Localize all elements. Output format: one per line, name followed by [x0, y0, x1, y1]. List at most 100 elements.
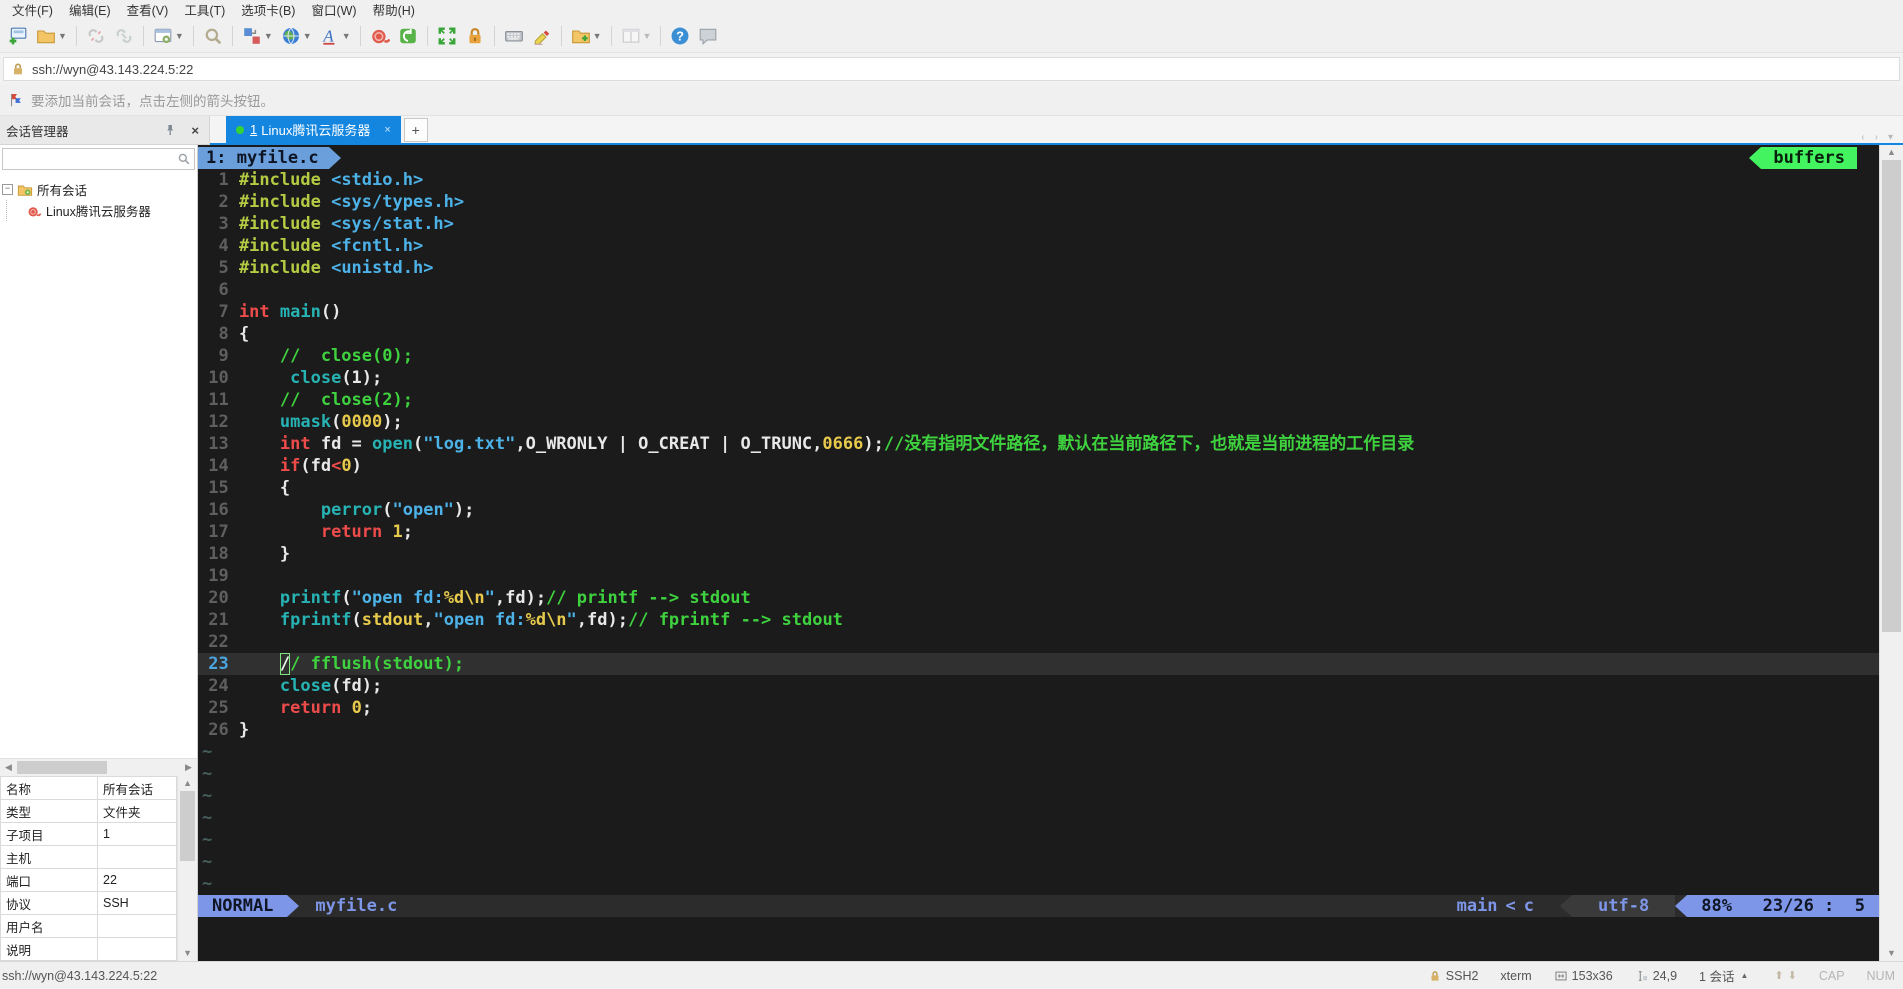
- resize-icon: [1554, 969, 1568, 983]
- help-button[interactable]: ?: [666, 22, 694, 50]
- code-line-22[interactable]: 22: [198, 631, 1879, 653]
- scroll-up-icon[interactable]: ▲: [183, 776, 192, 791]
- code-line-16[interactable]: 16 perror("open");: [198, 499, 1879, 521]
- session-properties-button[interactable]: ▼: [149, 22, 188, 50]
- code-line-7[interactable]: 7 int main(): [198, 301, 1879, 323]
- open-folder-button[interactable]: ▼: [32, 22, 71, 50]
- property-row[interactable]: 说明: [0, 937, 178, 961]
- fullscreen-button[interactable]: [433, 22, 461, 50]
- tab-scroll-left-icon[interactable]: ‹: [1861, 132, 1864, 143]
- scroll-down-icon[interactable]: ▼: [183, 946, 192, 961]
- properties-scrollbar[interactable]: ▲ ▼: [177, 776, 197, 961]
- tab-close-icon[interactable]: ×: [384, 124, 390, 136]
- code-line-17[interactable]: 17 return 1;: [198, 521, 1879, 543]
- code-line-25[interactable]: 25 return 0;: [198, 697, 1879, 719]
- search-input[interactable]: [3, 151, 177, 167]
- code-line-5[interactable]: 5 #include <unistd.h>: [198, 257, 1879, 279]
- terminal-area[interactable]: 1: myfile.c buffers 1 #include <stdio.h> 2…: [198, 145, 1903, 961]
- tab-linux-server[interactable]: 1 Linux腾讯云服务器 ×: [226, 116, 401, 143]
- keyboard-icon: [504, 26, 524, 46]
- code-line-18[interactable]: 18 }: [198, 543, 1879, 565]
- property-row[interactable]: 端口 22: [0, 868, 178, 892]
- chat-button[interactable]: [694, 22, 722, 50]
- code-line-9[interactable]: 9 // close(0);: [198, 345, 1879, 367]
- new-session-button[interactable]: [4, 22, 32, 50]
- vim-buffer-tab[interactable]: 1: myfile.c: [198, 147, 329, 169]
- code-line-12[interactable]: 12 umask(0000);: [198, 411, 1879, 433]
- dropdown-arrow-icon[interactable]: ▼: [264, 31, 273, 41]
- highlighter-button[interactable]: [528, 22, 556, 50]
- code-line-21[interactable]: 21 fprintf(stdout, "open fd: %d\n " ,fd);// …: [198, 609, 1879, 631]
- snail-button[interactable]: [366, 22, 394, 50]
- code-line-8[interactable]: 8{: [198, 323, 1879, 345]
- new-tab-button[interactable]: +: [403, 118, 428, 142]
- code-line-14[interactable]: 14 if (fd <0): [198, 455, 1879, 477]
- new-folder-button[interactable]: ▼: [567, 22, 606, 50]
- menu-item-1[interactable]: 文件(F): [4, 0, 61, 20]
- property-row[interactable]: 类型 文件夹: [0, 799, 178, 823]
- code-line-23[interactable]: 23 // fflush(stdout);: [198, 653, 1879, 675]
- help-icon: ?: [670, 26, 690, 46]
- panel-close-icon[interactable]: ×: [187, 123, 203, 138]
- code-line-26[interactable]: 26}: [198, 719, 1879, 741]
- sidebar-horizontal-scrollbar[interactable]: ◀ ▶: [0, 758, 197, 776]
- code-line-11[interactable]: 11 // close(2);: [198, 389, 1879, 411]
- dropdown-arrow-icon[interactable]: ▼: [342, 31, 351, 41]
- tab-scroll-right-icon[interactable]: ›: [1875, 132, 1878, 143]
- property-row[interactable]: 用户名: [0, 914, 178, 938]
- code-line-3[interactable]: 3 #include <sys/stat.h>: [198, 213, 1879, 235]
- code-line-10[interactable]: 10 close (1);: [198, 367, 1879, 389]
- menu-item-4[interactable]: 工具(T): [176, 0, 233, 20]
- keyboard-button[interactable]: [500, 22, 528, 50]
- web-button[interactable]: ▼: [277, 22, 316, 50]
- tab-list-icon[interactable]: ▾: [1888, 132, 1893, 143]
- property-row[interactable]: 子项目 1: [0, 822, 178, 846]
- terminal-scrollbar[interactable]: ▲ ▼: [1879, 145, 1903, 961]
- menu-item-2[interactable]: 编辑(E): [61, 0, 119, 20]
- menu-item-7[interactable]: 帮助(H): [365, 0, 423, 20]
- scroll-down-icon[interactable]: ▼: [1887, 946, 1896, 961]
- code-line-15[interactable]: 15 {: [198, 477, 1879, 499]
- package-button[interactable]: [394, 22, 422, 50]
- menu-item-6[interactable]: 窗口(W): [303, 0, 364, 20]
- arrow-up-icon[interactable]: ⬆: [1774, 969, 1783, 982]
- code-line-19[interactable]: 19: [198, 565, 1879, 587]
- dropdown-arrow-icon[interactable]: ▼: [643, 31, 652, 41]
- code-line-24[interactable]: 24 close (fd);: [198, 675, 1879, 697]
- address-box[interactable]: ssh://wyn@43.143.224.5:22: [3, 57, 1900, 81]
- code-line-20[interactable]: 20 printf("open fd: %d\n " ,fd);// printf -…: [198, 587, 1879, 609]
- dropdown-arrow-icon[interactable]: ▼: [303, 31, 312, 41]
- dropdown-arrow-icon[interactable]: ▼: [593, 31, 602, 41]
- search-icon[interactable]: [177, 152, 191, 166]
- arrow-down-icon[interactable]: ⬇: [1788, 969, 1797, 982]
- tree-item-all-sessions[interactable]: − 所有会话: [0, 179, 197, 200]
- lock-button[interactable]: [461, 22, 489, 50]
- caps-lock-indicator: CAP: [1818, 968, 1845, 983]
- scroll-up-icon[interactable]: ▲: [1887, 145, 1896, 160]
- arrange-button[interactable]: ▼: [238, 22, 277, 50]
- pin-icon[interactable]: [163, 123, 177, 137]
- tree-item-session-1[interactable]: Linux腾讯云服务器: [0, 200, 197, 221]
- scroll-left-icon[interactable]: ◀: [0, 762, 17, 773]
- dropdown-arrow-icon[interactable]: ▼: [58, 31, 67, 41]
- status-terminal-type[interactable]: xterm: [1500, 969, 1531, 983]
- code-line-1[interactable]: 1 #include <stdio.h>: [198, 169, 1879, 191]
- code-line-2[interactable]: 2 #include <sys/types.h>: [198, 191, 1879, 213]
- status-session-count[interactable]: 1 会话 ▲: [1699, 966, 1748, 985]
- scroll-right-icon[interactable]: ▶: [180, 762, 197, 773]
- dropdown-arrow-icon[interactable]: ▼: [175, 31, 184, 41]
- property-row[interactable]: 名称 所有会话: [0, 776, 178, 800]
- code-line-4[interactable]: 4 #include <fcntl.h>: [198, 235, 1879, 257]
- find-button[interactable]: [199, 22, 227, 50]
- menu-item-3[interactable]: 查看(V): [119, 0, 177, 20]
- property-row[interactable]: 主机: [0, 845, 178, 869]
- font-button[interactable]: A ▼: [316, 22, 355, 50]
- menu-item-5[interactable]: 选项卡(B): [233, 0, 303, 20]
- vim-editor[interactable]: 1: myfile.c buffers 1 #include <stdio.h> 2…: [198, 145, 1879, 961]
- property-value: [96, 937, 178, 961]
- code-line-13[interactable]: 13 int fd = open("log.txt" ,O_WRONLY | O_…: [198, 433, 1879, 455]
- code-line-6[interactable]: 6: [198, 279, 1879, 301]
- property-row[interactable]: 协议 SSH: [0, 891, 178, 915]
- toolbar-separator: [426, 25, 428, 46]
- tree-expander-icon[interactable]: −: [2, 184, 13, 195]
